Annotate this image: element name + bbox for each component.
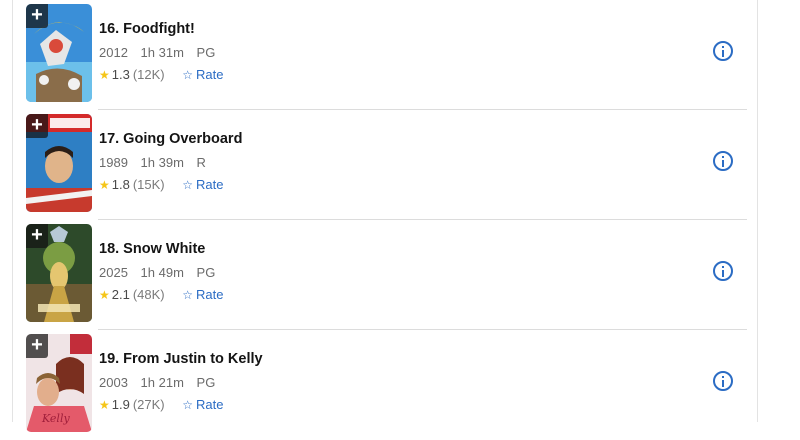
rate-label: Rate — [196, 287, 224, 302]
vote-count: (12K) — [132, 67, 165, 82]
rating-line: ★ 1.3 (12K) ☆ Rate — [99, 67, 224, 82]
rate-label: Rate — [196, 177, 224, 192]
movie-runtime: 1h 31m — [140, 45, 184, 60]
add-to-watchlist-button[interactable]: + — [26, 224, 48, 248]
movie-meta: 2012 1h 31m PG — [99, 45, 224, 60]
list-item[interactable]: + 18. Snow White 2025 1h 49m PG ★ 2.1 (48K… — [13, 220, 757, 330]
rate-button[interactable]: ☆ Rate — [182, 287, 223, 302]
movie-list: + 16. Foodfight! 2012 1h 31m PG ★ 1.3 (12K… — [13, 0, 757, 440]
movie-meta: 2025 1h 49m PG — [99, 265, 224, 280]
movie-poster[interactable]: + — [26, 224, 92, 322]
list-item[interactable]: + 16. Foodfight! 2012 1h 31m PG ★ 1.3 (12K… — [13, 0, 757, 110]
list-item[interactable]: Kelly + 19. From Justin to Kelly 2003 1h… — [13, 330, 757, 440]
movie-poster[interactable]: + — [26, 4, 92, 102]
rate-button[interactable]: ☆ Rate — [182, 177, 223, 192]
rate-label: Rate — [196, 67, 224, 82]
movie-year: 1989 — [99, 155, 128, 170]
star-outline-icon: ☆ — [182, 68, 194, 82]
movie-runtime: 1h 21m — [140, 375, 184, 390]
star-outline-icon: ☆ — [182, 288, 194, 302]
star-outline-icon: ☆ — [182, 398, 194, 412]
movie-poster[interactable]: + — [26, 114, 92, 212]
movie-title[interactable]: 17. Going Overboard — [99, 131, 242, 147]
list-item[interactable]: + 17. Going Overboard 1989 1h 39m R ★ 1.8… — [13, 110, 757, 220]
info-icon[interactable] — [713, 261, 733, 281]
rating-value: 1.8 — [111, 177, 130, 192]
vote-count: (48K) — [132, 287, 165, 302]
movie-runtime: 1h 49m — [140, 265, 184, 280]
movie-year: 2025 — [99, 265, 128, 280]
star-outline-icon: ☆ — [182, 178, 194, 192]
movie-year: 2003 — [99, 375, 128, 390]
rating-line: ★ 2.1 (48K) ☆ Rate — [99, 287, 224, 302]
results-panel: + 16. Foodfight! 2012 1h 31m PG ★ 1.3 (12K… — [12, 0, 758, 432]
rating-value: 2.1 — [111, 287, 130, 302]
movie-title[interactable]: 19. From Justin to Kelly — [99, 351, 263, 367]
star-icon: ★ — [99, 178, 110, 192]
rate-label: Rate — [196, 397, 224, 412]
star-icon: ★ — [99, 68, 110, 82]
add-to-watchlist-button[interactable]: + — [26, 334, 48, 358]
movie-certificate: PG — [196, 375, 216, 390]
rate-button[interactable]: ☆ Rate — [182, 67, 223, 82]
add-to-watchlist-button[interactable]: + — [26, 114, 48, 138]
movie-meta: 1989 1h 39m R — [99, 155, 215, 170]
movie-meta: 2003 1h 21m PG — [99, 375, 224, 390]
rating-line: ★ 1.9 (27K) ☆ Rate — [99, 397, 224, 412]
rating-value: 1.9 — [111, 397, 130, 412]
movie-runtime: 1h 39m — [140, 155, 184, 170]
movie-poster[interactable]: Kelly + — [26, 334, 92, 432]
vote-count: (27K) — [132, 397, 165, 412]
info-icon[interactable] — [713, 151, 733, 171]
info-icon[interactable] — [713, 41, 733, 61]
movie-year: 2012 — [99, 45, 128, 60]
star-icon: ★ — [99, 288, 110, 302]
movie-certificate: PG — [196, 45, 216, 60]
rating-line: ★ 1.8 (15K) ☆ Rate — [99, 177, 224, 192]
rate-button[interactable]: ☆ Rate — [182, 397, 223, 412]
rating-value: 1.3 — [111, 67, 130, 82]
movie-title[interactable]: 16. Foodfight! — [99, 21, 195, 37]
movie-certificate: PG — [196, 265, 216, 280]
star-icon: ★ — [99, 398, 110, 412]
add-to-watchlist-button[interactable]: + — [26, 4, 48, 28]
info-icon[interactable] — [713, 371, 733, 391]
vote-count: (15K) — [132, 177, 165, 192]
movie-title[interactable]: 18. Snow White — [99, 241, 205, 257]
svg-text:Kelly: Kelly — [41, 412, 70, 425]
movie-certificate: R — [196, 155, 206, 170]
